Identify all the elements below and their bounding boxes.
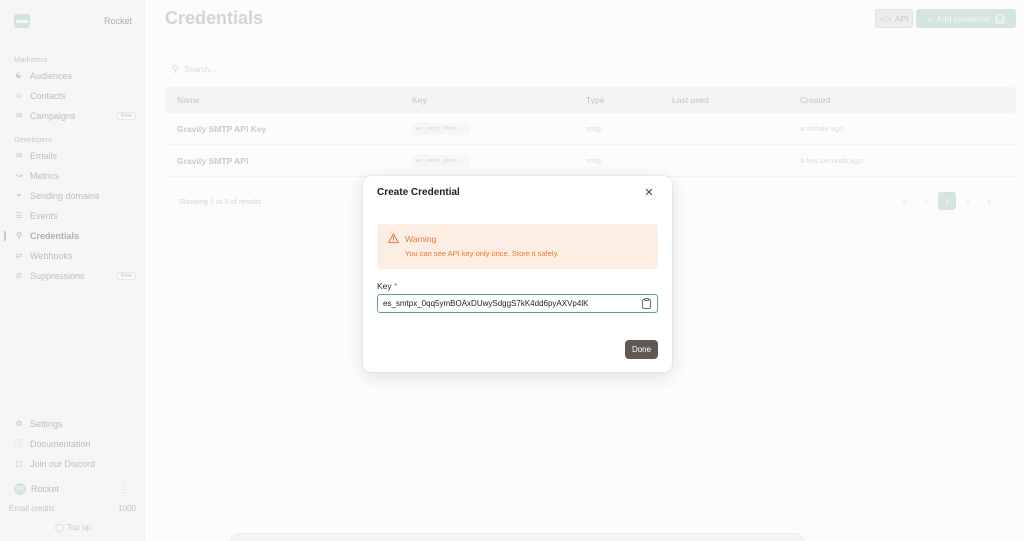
close-icon[interactable]: ✕: [642, 185, 656, 199]
warning-message: You can see API key only once. Store it …: [405, 249, 559, 258]
dialog-title: Create Credential: [377, 187, 460, 198]
key-field[interactable]: [377, 294, 658, 313]
copy-icon[interactable]: [639, 297, 653, 310]
clipboard-icon: [641, 298, 651, 309]
required-marker: *: [394, 281, 398, 291]
warning-icon: [388, 233, 399, 244]
warning-title: Warning: [405, 234, 437, 244]
create-credential-dialog: Create Credential ✕ Warning You can see …: [363, 176, 672, 372]
warning-alert: Warning You can see API key only once. S…: [377, 224, 658, 269]
key-label-text: Key: [377, 281, 392, 291]
key-field-label: Key *: [377, 281, 397, 291]
done-button[interactable]: Done: [625, 340, 658, 359]
